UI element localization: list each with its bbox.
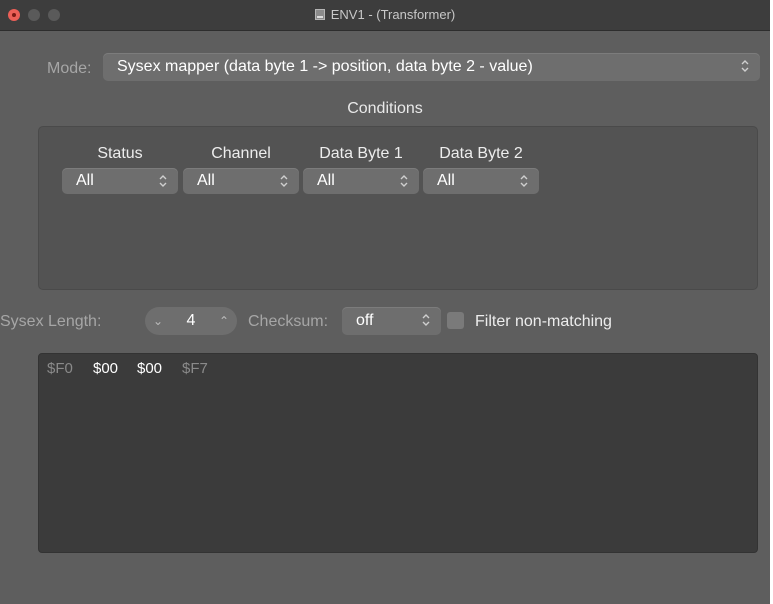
channel-popup[interactable]: All xyxy=(183,168,299,194)
mode-value: Sysex mapper (data byte 1 -> position, d… xyxy=(117,58,533,75)
checksum-value: off xyxy=(356,312,374,329)
mode-popup[interactable]: Sysex mapper (data byte 1 -> position, d… xyxy=(103,53,760,81)
updown-chevron-icon xyxy=(157,171,169,191)
data-byte-1-value: All xyxy=(317,172,335,189)
updown-chevron-icon xyxy=(739,56,751,76)
data-byte-2-popup[interactable]: All xyxy=(423,168,539,194)
updown-chevron-icon xyxy=(398,171,410,191)
conditions-title: Conditions xyxy=(347,100,423,117)
mode-label: Mode: xyxy=(47,60,92,77)
updown-chevron-icon xyxy=(278,171,290,191)
data-byte-2-value: All xyxy=(437,172,455,189)
document-icon xyxy=(314,9,325,20)
data-byte-1-header: Data Byte 1 xyxy=(319,145,403,162)
sysex-data-byte[interactable]: $00 xyxy=(93,360,118,377)
data-byte-2-header: Data Byte 2 xyxy=(439,145,523,162)
sysex-data-byte[interactable]: $00 xyxy=(137,360,162,377)
channel-value: All xyxy=(197,172,215,189)
title-bar[interactable]: ENV1 - (Transformer) xyxy=(0,0,770,31)
data-byte-1-popup[interactable]: All xyxy=(303,168,419,194)
sysex-length-label: Sysex Length: xyxy=(0,313,102,330)
channel-header: Channel xyxy=(211,145,271,162)
sysex-end-byte: $F7 xyxy=(182,360,208,377)
transformer-window: ENV1 - (Transformer) Mode: Sysex mapper … xyxy=(0,0,770,604)
sysex-length-value: 4 xyxy=(186,312,196,329)
checksum-popup[interactable]: off xyxy=(342,307,441,335)
sysex-length-stepper[interactable]: ⌄ 4 ⌃ xyxy=(145,307,237,335)
sysex-start-byte: $F0 xyxy=(47,360,73,377)
updown-chevron-icon xyxy=(420,310,432,330)
status-value: All xyxy=(76,172,94,189)
updown-chevron-icon xyxy=(518,171,530,191)
increment-chevron-icon[interactable]: ⌃ xyxy=(211,307,237,335)
sysex-editor[interactable] xyxy=(38,353,758,553)
decrement-chevron-icon[interactable]: ⌄ xyxy=(145,307,171,335)
window-title: ENV1 - (Transformer) xyxy=(0,7,770,22)
status-header: Status xyxy=(97,145,143,162)
status-popup[interactable]: All xyxy=(62,168,178,194)
filter-non-matching-checkbox[interactable] xyxy=(447,312,464,329)
filter-non-matching-label: Filter non-matching xyxy=(475,313,612,330)
checksum-label: Checksum: xyxy=(248,313,329,330)
